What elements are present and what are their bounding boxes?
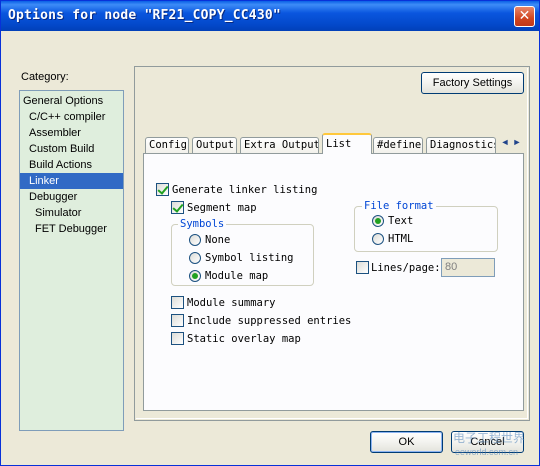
file-format-group-title: File format: [362, 200, 436, 212]
symbols-symbol-listing-label[interactable]: Symbol listing: [205, 251, 294, 265]
watermark-line2: eeworld.com.cn: [455, 447, 519, 457]
lines-per-page-input[interactable]: 80: [441, 258, 495, 277]
symbols-module-map-label[interactable]: Module map: [205, 269, 268, 283]
static-overlay-label[interactable]: Static overlay map: [187, 332, 301, 346]
tab-extra-output[interactable]: Extra Output: [240, 137, 319, 154]
category-item-general-options[interactable]: General Options: [20, 93, 123, 109]
category-item-debugger[interactable]: Debugger: [20, 189, 123, 205]
symbols-symbol-listing-radio[interactable]: [189, 252, 201, 264]
tab-scroll-right-icon[interactable]: ►: [511, 135, 523, 149]
window-title: Options for node "RF21_COPY_CC430": [8, 8, 281, 23]
watermark-line1: 电子工程世界: [453, 431, 526, 445]
include-suppressed-label[interactable]: Include suppressed entries: [187, 314, 351, 328]
category-item-custom-build[interactable]: Custom Build: [20, 141, 123, 157]
generate-listing-label[interactable]: Generate linker listing: [172, 183, 317, 197]
ok-button[interactable]: OK: [370, 431, 443, 453]
category-item-c-c-compiler[interactable]: C/C++ compiler: [20, 109, 123, 125]
static-overlay-checkbox[interactable]: [171, 332, 184, 345]
close-icon: ✕: [518, 8, 531, 24]
symbols-group-title: Symbols: [178, 218, 227, 230]
format-text-radio[interactable]: [372, 215, 384, 227]
tab-scroll-left-icon[interactable]: ◄: [499, 135, 511, 149]
category-item-assembler[interactable]: Assembler: [20, 125, 123, 141]
module-summary-label[interactable]: Module summary: [187, 296, 276, 310]
category-item-build-actions[interactable]: Build Actions: [20, 157, 123, 173]
symbols-none-radio[interactable]: [189, 234, 201, 246]
symbols-none-label[interactable]: None: [205, 233, 230, 247]
symbols-module-map-radio[interactable]: [189, 270, 201, 282]
tab-diagnostics[interactable]: Diagnostics: [426, 137, 496, 154]
category-item-linker[interactable]: Linker: [20, 173, 123, 189]
watermark-logo: 电子工程世界 eeworld.com.cn: [449, 427, 539, 463]
generate-listing-checkbox[interactable]: [156, 183, 169, 196]
category-list[interactable]: General Options C/C++ compiler Assembler Cu…: [19, 90, 124, 431]
factory-settings-button[interactable]: Factory Settings: [421, 72, 524, 94]
tab-output[interactable]: Output: [192, 137, 237, 154]
tab-list[interactable]: List: [322, 133, 372, 154]
format-html-radio[interactable]: [372, 233, 384, 245]
category-label: Category:: [21, 71, 69, 83]
close-button[interactable]: ✕: [514, 6, 535, 27]
category-item-fet-debugger[interactable]: FET Debugger: [20, 221, 123, 237]
options-dialog: Options for node "RF21_COPY_CC430" ✕ Cat…: [0, 0, 540, 466]
lines-per-page-label[interactable]: Lines/page:: [371, 261, 441, 275]
lines-per-page-checkbox[interactable]: [356, 261, 369, 274]
tab-define[interactable]: #define: [373, 137, 423, 154]
segment-map-label[interactable]: Segment map: [187, 201, 257, 215]
segment-map-checkbox[interactable]: [171, 201, 184, 214]
format-text-label[interactable]: Text: [388, 214, 413, 228]
module-summary-checkbox[interactable]: [171, 296, 184, 309]
include-suppressed-checkbox[interactable]: [171, 314, 184, 327]
category-item-simulator[interactable]: Simulator: [20, 205, 123, 221]
tab-config[interactable]: Config: [145, 137, 189, 154]
format-html-label[interactable]: HTML: [388, 232, 413, 246]
file-format-group: [354, 206, 498, 252]
title-bar[interactable]: Options for node "RF21_COPY_CC430" ✕: [1, 1, 539, 31]
